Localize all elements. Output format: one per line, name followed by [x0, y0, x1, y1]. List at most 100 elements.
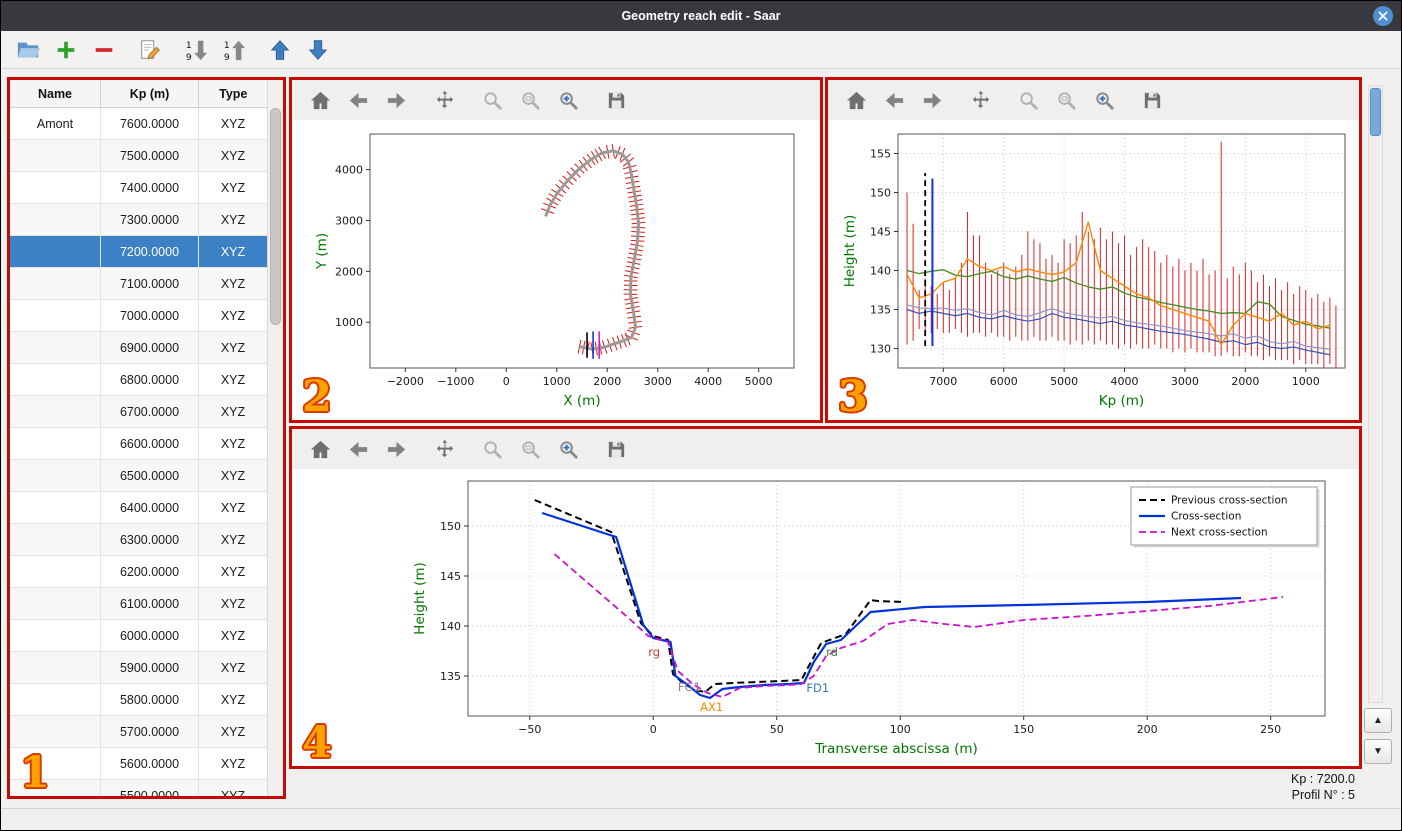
window: Geometry reach edit - Saar 1919 Name Kp (… [0, 0, 1402, 831]
svg-text:−2000: −2000 [387, 375, 424, 388]
svg-text:2000: 2000 [593, 375, 621, 388]
table-row[interactable]: 7200.0000 XYZ [10, 235, 268, 268]
forward-icon[interactable] [920, 88, 945, 113]
table-row[interactable]: 7300.0000 XYZ [10, 203, 268, 236]
table-row[interactable]: 6800.0000 XYZ [10, 363, 268, 396]
long-profile-figure[interactable]: 7000 6000 5000 4000 3000 2000 1000 130 135 140 145… [828, 120, 1359, 420]
table-scrollbar-thumb[interactable] [270, 108, 281, 325]
column-header[interactable]: Name [10, 80, 101, 108]
table-row[interactable]: 6100.0000 XYZ [10, 587, 268, 620]
move-down-icon[interactable] [305, 37, 331, 63]
zoom-icon[interactable] [480, 437, 505, 462]
svg-text:150: 150 [440, 520, 461, 533]
pan-icon[interactable] [432, 437, 457, 462]
home-icon[interactable] [844, 88, 869, 113]
column-header[interactable]: Kp (m) [100, 80, 199, 108]
svg-text:130: 130 [870, 343, 891, 356]
table-row[interactable]: 6300.0000 XYZ [10, 523, 268, 556]
svg-text:250: 250 [1260, 723, 1281, 736]
close-button[interactable] [1373, 6, 1393, 26]
zoom-plus-icon[interactable] [556, 437, 581, 462]
sort-ascending-icon[interactable]: 19 [183, 37, 209, 63]
table-row[interactable]: 7100.0000 XYZ [10, 267, 268, 300]
edit-profile-icon[interactable] [137, 37, 163, 63]
svg-text:1: 1 [224, 40, 230, 51]
long-profile-panel: 7000 6000 5000 4000 3000 2000 1000 130 135 140 145… [825, 77, 1362, 423]
vertical-scrollbar-thumb[interactable] [1370, 88, 1381, 136]
column-header[interactable]: Type [198, 80, 268, 108]
svg-text:−1000: −1000 [437, 375, 474, 388]
svg-text:145: 145 [870, 226, 891, 239]
svg-text:Transverse abscissa (m): Transverse abscissa (m) [814, 741, 978, 757]
svg-text:3000: 3000 [1171, 375, 1199, 388]
home-icon[interactable] [308, 437, 333, 462]
profile-nav-buttons: ▲ ▼ [1364, 708, 1392, 764]
zoom-plus-icon[interactable] [1092, 88, 1117, 113]
pan-icon[interactable] [432, 88, 457, 113]
app-toolbar: 1919 [1, 31, 1401, 69]
table-row[interactable]: 6000.0000 XYZ [10, 619, 268, 652]
svg-text:X (m): X (m) [563, 393, 600, 409]
forward-icon[interactable] [384, 437, 409, 462]
svg-text:1000: 1000 [335, 316, 363, 329]
zoom-region-icon[interactable] [1054, 88, 1079, 113]
sort-descending-icon[interactable]: 19 [221, 37, 247, 63]
svg-text:1000: 1000 [543, 375, 571, 388]
zoom-icon[interactable] [1016, 88, 1041, 113]
vertical-scrollbar[interactable] [1368, 85, 1383, 703]
table-row[interactable]: 5700.0000 XYZ [10, 715, 268, 748]
table-row[interactable]: 5900.0000 XYZ [10, 651, 268, 684]
table-row[interactable]: Amont 7600.0000 XYZ [10, 107, 268, 140]
table-row[interactable]: 5600.0000 XYZ [10, 747, 268, 780]
zoom-icon[interactable] [480, 88, 505, 113]
svg-text:Kp (m): Kp (m) [1099, 393, 1144, 409]
table-row[interactable]: 5500.0000 XYZ [10, 779, 268, 796]
table-row[interactable]: 6900.0000 XYZ [10, 331, 268, 364]
zoom-plus-icon[interactable] [556, 88, 581, 113]
back-icon[interactable] [346, 88, 371, 113]
svg-text:2000: 2000 [1231, 375, 1259, 388]
zoom-region-icon[interactable] [518, 88, 543, 113]
back-icon[interactable] [882, 88, 907, 113]
table-row[interactable]: 6200.0000 XYZ [10, 555, 268, 588]
open-file-icon[interactable] [15, 37, 41, 63]
table-row[interactable]: 6600.0000 XYZ [10, 427, 268, 460]
status-panel: Kp : 7200.0 Profil N° : 5 [1291, 771, 1355, 803]
add-profile-icon[interactable] [53, 37, 79, 63]
table-row[interactable]: 6400.0000 XYZ [10, 491, 268, 524]
svg-text:Cross-section: Cross-section [1171, 511, 1241, 523]
svg-text:AX1: AX1 [700, 700, 723, 714]
svg-text:Previous cross-section: Previous cross-section [1171, 495, 1288, 507]
table-row[interactable]: 7500.0000 XYZ [10, 139, 268, 172]
save-icon[interactable] [1140, 88, 1165, 113]
table-scrollbar[interactable] [267, 80, 283, 796]
svg-text:6000: 6000 [990, 375, 1018, 388]
svg-text:100: 100 [890, 723, 911, 736]
move-up-icon[interactable] [267, 37, 293, 63]
zoom-region-icon[interactable] [518, 437, 543, 462]
plan-view-figure[interactable]: −2000 −1000 0 1000 2000 3000 4000 5000 1000 2000 3… [292, 120, 820, 420]
svg-text:5000: 5000 [745, 375, 773, 388]
previous-profile-button[interactable]: ▲ [1364, 708, 1392, 733]
pan-icon[interactable] [968, 88, 993, 113]
home-icon[interactable] [308, 88, 333, 113]
next-profile-button[interactable]: ▼ [1364, 739, 1392, 764]
svg-text:140: 140 [870, 265, 891, 278]
table-row[interactable]: 7000.0000 XYZ [10, 299, 268, 332]
save-icon[interactable] [604, 437, 629, 462]
table-row[interactable]: 6500.0000 XYZ [10, 459, 268, 492]
titlebar[interactable]: Geometry reach edit - Saar [1, 1, 1401, 31]
back-icon[interactable] [346, 437, 371, 462]
svg-text:150: 150 [870, 187, 891, 200]
svg-text:150: 150 [1013, 723, 1034, 736]
plan-view-toolbar [292, 80, 820, 120]
table-row[interactable]: 5800.0000 XYZ [10, 683, 268, 716]
save-icon[interactable] [604, 88, 629, 113]
svg-text:135: 135 [440, 670, 461, 683]
forward-icon[interactable] [384, 88, 409, 113]
remove-profile-icon[interactable] [91, 37, 117, 63]
cross-section-figure[interactable]: −50 0 50 100 150 200 250 135 140 145 150 Transverse… [292, 469, 1359, 766]
cross-sections-table: Name Kp (m) Type Amont 7600.0000 XYZ 7500.0000… [10, 80, 268, 796]
table-row[interactable]: 6700.0000 XYZ [10, 395, 268, 428]
table-row[interactable]: 7400.0000 XYZ [10, 171, 268, 204]
